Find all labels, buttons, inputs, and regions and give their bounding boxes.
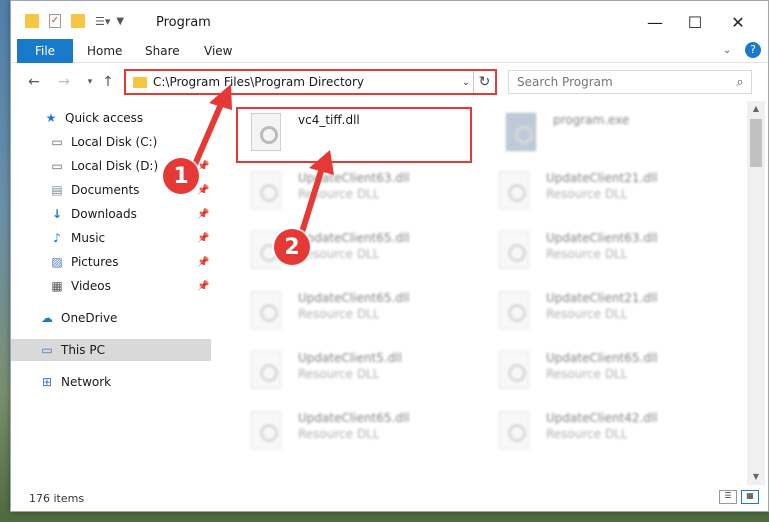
arrow-1: [187, 84, 232, 178]
step-1-badge: 1: [163, 158, 199, 194]
arrow-2: [295, 150, 334, 246]
step-2-badge: 2: [274, 229, 310, 265]
annotation-arrows: [187, 84, 334, 246]
